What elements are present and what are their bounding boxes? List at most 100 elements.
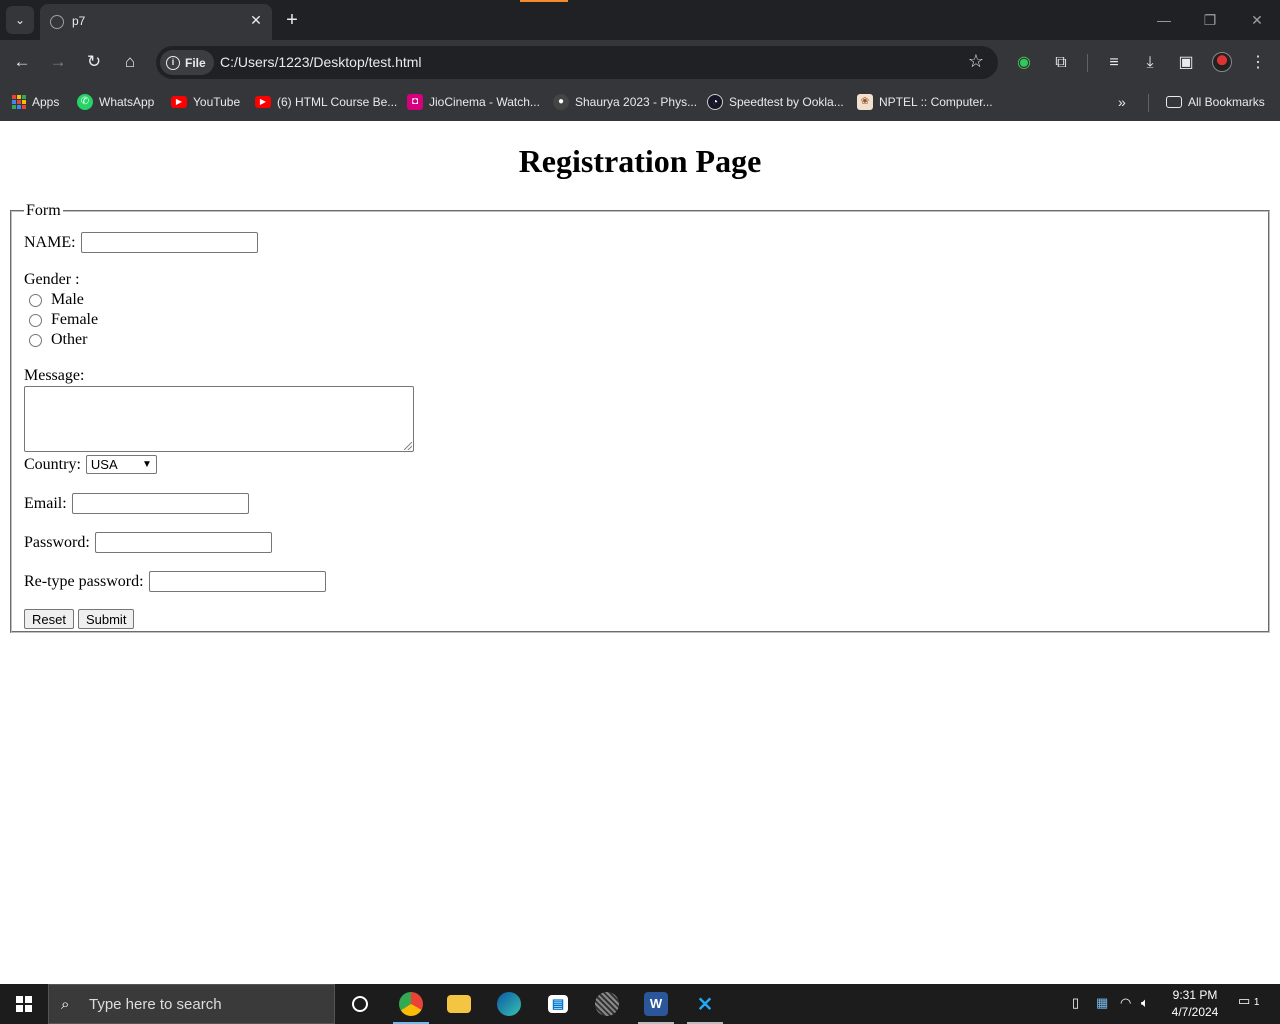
bookmark-label: (6) HTML Course Be... (277, 95, 398, 109)
retype-password-input[interactable] (148, 571, 326, 592)
url-text[interactable]: C:/Users/1223/Desktop/test.html (220, 54, 422, 70)
eye-extension-icon[interactable]: ◉ (1012, 51, 1036, 75)
all-bookmarks-button[interactable]: All Bookmarks (1166, 92, 1265, 112)
country-select[interactable]: USA ▼ (85, 455, 157, 474)
back-icon[interactable]: ← (10, 50, 34, 74)
bookmark-apps[interactable]: Apps (12, 92, 59, 112)
message-textarea[interactable] (24, 386, 414, 452)
gender-option-female[interactable]: Female (24, 311, 98, 329)
close-window-icon[interactable]: ✕ (1245, 8, 1269, 32)
bookmark-whatsapp[interactable]: ✆ WhatsApp (77, 92, 154, 112)
country-row: Country: USA ▼ (24, 455, 157, 474)
email-label: Email: (24, 494, 67, 512)
taskbar-word[interactable]: W (632, 984, 680, 1024)
retype-password-row: Re-type password: (24, 571, 326, 592)
cortana-icon (352, 996, 368, 1012)
bookmark-speedtest[interactable]: ◔ Speedtest by Ookla... (707, 92, 844, 112)
extensions-icon[interactable]: ⧉ (1049, 51, 1073, 75)
gender-option-male[interactable]: Male (24, 291, 84, 309)
start-button[interactable] (0, 984, 48, 1024)
bookmark-html-course[interactable]: ▶ (6) HTML Course Be... (255, 92, 397, 112)
new-tab-button[interactable]: + (282, 8, 302, 32)
edge-icon (497, 992, 521, 1016)
site-icon: ● (553, 94, 569, 110)
search-icon: ⌕ (61, 995, 70, 1013)
notifications-button[interactable]: ▭ 1 (1238, 993, 1260, 1015)
male-radio[interactable] (29, 293, 42, 307)
taskbar-search-placeholder: Type here to search (89, 995, 222, 1013)
tray-app-icon[interactable]: ▦ (1096, 995, 1108, 1011)
toolbar-divider (1087, 54, 1088, 72)
nptel-icon: ❀ (857, 94, 873, 110)
volume-icon[interactable]: 🔈︎ (1141, 995, 1149, 1011)
reset-button[interactable]: Reset (24, 609, 74, 629)
all-bookmarks-label: All Bookmarks (1188, 95, 1265, 109)
system-clock[interactable]: 9:31 PM 4/7/2024 (1160, 987, 1230, 1021)
close-tab-icon[interactable]: ✕ (248, 12, 264, 28)
female-radio[interactable] (29, 313, 42, 327)
youtube-icon: ▶ (171, 96, 187, 108)
tab-strip: ⌄ p7 ✕ + — ❐ ✕ (0, 0, 1280, 40)
menu-kebab-icon[interactable]: ⋮ (1246, 51, 1270, 75)
bookmark-star-icon[interactable]: ☆ (968, 51, 984, 72)
password-label: Password: (24, 533, 90, 551)
page-title: Registration Page (518, 143, 762, 179)
youtube-icon: ▶ (255, 96, 271, 108)
email-row: Email: (24, 493, 249, 514)
home-icon[interactable]: ⌂ (118, 50, 142, 74)
bookmark-label: YouTube (193, 95, 241, 109)
taskbar-app-sphere[interactable] (583, 984, 631, 1024)
forward-icon[interactable]: → (46, 50, 70, 74)
bookmarks-divider (1148, 94, 1149, 112)
speedtest-icon: ◔ (707, 94, 723, 110)
minimize-icon[interactable]: — (1152, 8, 1176, 32)
bookmark-label: Speedtest by Ookla... (729, 95, 844, 109)
form-legend: Form (26, 202, 61, 219)
bookmark-label: Apps (32, 95, 60, 109)
globe-icon (50, 15, 64, 29)
gender-label: Gender : (24, 271, 80, 288)
taskbar-chrome[interactable] (387, 984, 435, 1024)
bookmark-shaurya[interactable]: ● Shaurya 2023 - Phys... (553, 92, 697, 112)
taskbar-file-explorer[interactable] (435, 984, 483, 1024)
notification-count: 1 (1253, 997, 1260, 1008)
other-radio[interactable] (29, 333, 42, 347)
usb-icon[interactable]: ▯ (1072, 995, 1079, 1011)
browser-toolbar: ← → ↻ ⌂ i File C:/Users/1223/Desktop/tes… (0, 40, 1280, 85)
address-bar[interactable]: i File C:/Users/1223/Desktop/test.html ☆ (156, 46, 998, 79)
more-bookmarks-icon[interactable]: » (1118, 92, 1126, 112)
tab-title: p7 (72, 14, 86, 28)
browser-tab[interactable]: p7 ✕ (40, 4, 272, 40)
country-label: Country: (24, 455, 81, 473)
windows-taskbar: ⌕ Type here to search ▤ W ⨯ ▯ ▦ ◠ 🔈︎ 9:3… (0, 984, 1280, 1024)
submit-button[interactable]: Submit (77, 609, 135, 629)
bookmark-label: JioCinema - Watch... (429, 95, 540, 109)
download-icon[interactable]: ⤓ (1138, 51, 1162, 75)
restore-icon[interactable]: ❐ (1198, 8, 1222, 32)
site-info-chip[interactable]: i File (160, 50, 214, 75)
media-control-icon[interactable]: ≡ (1102, 51, 1126, 75)
taskbar-search[interactable]: ⌕ Type here to search (48, 984, 335, 1024)
tab-search-button[interactable]: ⌄ (6, 6, 34, 34)
taskbar-vscode[interactable]: ⨯ (681, 984, 729, 1024)
windows-logo-icon (16, 996, 32, 1012)
site-info-label: File (185, 55, 206, 70)
bookmark-youtube[interactable]: ▶ YouTube (171, 92, 240, 112)
bookmark-nptel[interactable]: ❀ NPTEL :: Computer... (857, 92, 993, 112)
cortana-button[interactable] (336, 984, 384, 1024)
wifi-icon[interactable]: ◠ (1120, 995, 1131, 1011)
taskbar-edge[interactable] (485, 984, 533, 1024)
reload-icon[interactable]: ↻ (82, 50, 106, 74)
name-row: NAME: (24, 232, 258, 253)
apps-grid-icon (12, 95, 26, 109)
email-input[interactable] (71, 493, 249, 514)
taskbar-store[interactable]: ▤ (534, 984, 582, 1024)
resize-handle-icon[interactable] (404, 442, 412, 450)
side-panel-icon[interactable]: ▣ (1174, 51, 1198, 75)
gender-option-other[interactable]: Other (24, 331, 87, 349)
password-row: Password: (24, 532, 272, 553)
password-input[interactable] (94, 532, 272, 553)
name-input[interactable] (80, 232, 258, 253)
profile-avatar[interactable] (1212, 52, 1232, 72)
bookmark-jiocinema[interactable]: ◘ JioCinema - Watch... (407, 92, 540, 112)
